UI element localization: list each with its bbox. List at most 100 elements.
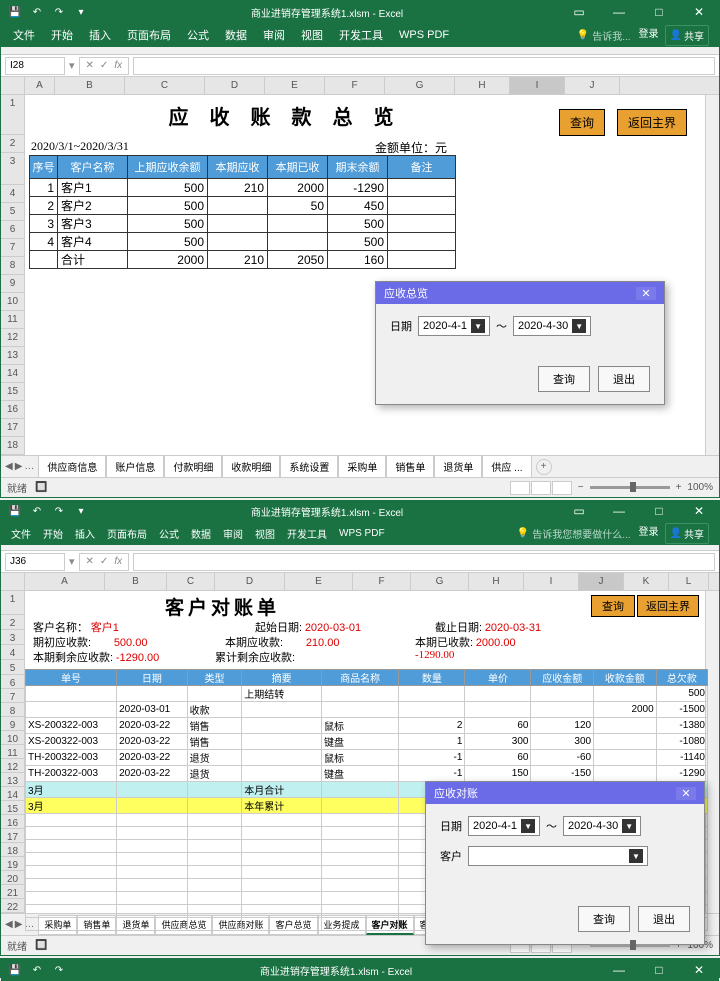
col-header[interactable]: C xyxy=(167,573,215,590)
row-header[interactable]: 21 xyxy=(1,885,25,899)
row-header[interactable]: 1 xyxy=(1,95,25,135)
dialog-close-icon[interactable]: ✕ xyxy=(676,787,696,800)
col-header[interactable]: A xyxy=(25,573,105,590)
worksheet-cells[interactable]: 客户对账单 查询 返回主界 客户名称： 客户1 起始日期: 2020-03-01… xyxy=(25,591,705,911)
date-from-select[interactable]: 2020-4-1▼ xyxy=(468,816,540,836)
close-icon[interactable]: ✕ xyxy=(679,1,719,23)
row-header[interactable]: 14 xyxy=(1,365,25,383)
query-button[interactable]: 查询 xyxy=(559,109,605,136)
fx-icon[interactable]: fx xyxy=(112,556,124,567)
dialog-titlebar[interactable]: 应收总览 ✕ xyxy=(376,282,664,304)
name-box[interactable]: I28 xyxy=(5,57,65,75)
sheet-tab[interactable]: 系统设置 xyxy=(280,455,338,478)
ribbon-tab[interactable]: WPS PDF xyxy=(391,25,457,45)
close-icon[interactable]: ✕ xyxy=(679,959,719,981)
sheet-nav-next-icon[interactable]: ▶ xyxy=(15,461,23,472)
row-header[interactable]: 2 xyxy=(1,135,25,153)
sheet-nav-prev-icon[interactable]: ◀ xyxy=(5,461,13,472)
col-header[interactable]: A xyxy=(25,77,55,94)
row-header[interactable]: 11 xyxy=(1,745,25,759)
ribbon-tab[interactable]: 开始 xyxy=(43,23,81,47)
redo-icon[interactable]: ↷ xyxy=(49,961,69,979)
row-header[interactable]: 13 xyxy=(1,773,25,787)
minimize-icon[interactable]: — xyxy=(599,959,639,981)
select-all-corner[interactable] xyxy=(1,77,25,94)
col-header[interactable]: G xyxy=(411,573,469,590)
worksheet-cells[interactable]: 应 收 账 款 总 览 查询 返回主界 2020/3/1~2020/3/31 金… xyxy=(25,95,705,435)
row-header[interactable]: 8 xyxy=(1,703,25,717)
row-header[interactable]: 18 xyxy=(1,437,25,455)
row-header[interactable]: 6 xyxy=(1,675,25,689)
redo-icon[interactable]: ↷ xyxy=(49,3,69,21)
maximize-icon[interactable]: □ xyxy=(639,959,679,981)
row-header[interactable]: 5 xyxy=(1,660,25,675)
zoom-slider[interactable] xyxy=(590,944,670,947)
zoom-in-icon[interactable]: + xyxy=(676,482,682,493)
col-header[interactable]: G xyxy=(385,77,455,94)
customer-select[interactable]: ▼ xyxy=(468,846,648,866)
col-header[interactable]: H xyxy=(455,77,510,94)
ribbon-tab[interactable]: 审阅 xyxy=(255,23,293,47)
sheet-tab[interactable]: 销售单 xyxy=(386,455,434,478)
row-header[interactable]: 10 xyxy=(1,293,25,311)
row-header[interactable]: 3 xyxy=(1,630,25,645)
save-icon[interactable]: 💾 xyxy=(5,3,25,21)
qat-dropdown-icon[interactable]: ▾ xyxy=(71,502,91,520)
row-header[interactable]: 22 xyxy=(1,899,25,913)
col-header[interactable]: D xyxy=(215,573,285,590)
zoom-slider[interactable] xyxy=(590,486,670,489)
select-all-corner[interactable] xyxy=(1,573,25,590)
vertical-scrollbar[interactable] xyxy=(705,95,719,455)
row-header[interactable]: 17 xyxy=(1,419,25,437)
ribbon-tab[interactable]: WPS PDF xyxy=(333,525,391,542)
namebox-dropdown-icon[interactable]: ▾ xyxy=(69,555,75,568)
sheet-nav-prev-icon[interactable]: ◀ xyxy=(5,919,13,930)
return-main-button[interactable]: 返回主界 xyxy=(637,595,699,617)
dialog-titlebar[interactable]: 应收对账 ✕ xyxy=(426,782,704,804)
share-button[interactable]: 👤共享 xyxy=(665,523,709,544)
minimize-icon[interactable]: — xyxy=(599,1,639,23)
ribbon-tab[interactable]: 文件 xyxy=(5,523,37,544)
row-header[interactable]: 16 xyxy=(1,815,25,829)
row-header[interactable]: 16 xyxy=(1,401,25,419)
ribbon-tab[interactable]: 插入 xyxy=(69,523,101,544)
ribbon-tab[interactable]: 视图 xyxy=(293,23,331,47)
undo-icon[interactable]: ↶ xyxy=(27,502,47,520)
row-header[interactable]: 9 xyxy=(1,717,25,731)
row-header[interactable]: 12 xyxy=(1,329,25,347)
row-header[interactable]: 8 xyxy=(1,257,25,275)
row-header[interactable]: 3 xyxy=(1,153,25,185)
zoom-out-icon[interactable]: − xyxy=(578,482,584,493)
col-header[interactable]: D xyxy=(205,77,265,94)
date-to-select[interactable]: 2020-4-30▼ xyxy=(563,816,641,836)
query-button[interactable]: 查询 xyxy=(591,595,635,617)
col-header[interactable]: K xyxy=(624,573,669,590)
col-header[interactable]: E xyxy=(265,77,325,94)
ribbon-tab[interactable]: 公式 xyxy=(179,23,217,47)
row-header[interactable]: 13 xyxy=(1,347,25,365)
row-header[interactable]: 18 xyxy=(1,843,25,857)
row-header[interactable]: 7 xyxy=(1,239,25,257)
row-header[interactable]: 7 xyxy=(1,689,25,703)
formula-input[interactable] xyxy=(133,553,715,571)
row-header[interactable]: 2 xyxy=(1,615,25,630)
dialog-exit-button[interactable]: 退出 xyxy=(598,366,650,392)
sheet-nav-ellipsis[interactable]: … xyxy=(24,461,34,472)
cancel-formula-icon[interactable]: ✕ xyxy=(84,556,96,567)
save-icon[interactable]: 💾 xyxy=(5,502,25,520)
ribbon-tab[interactable]: 数据 xyxy=(185,523,217,544)
row-header[interactable]: 14 xyxy=(1,787,25,801)
row-header[interactable]: 15 xyxy=(1,383,25,401)
dialog-query-button[interactable]: 查询 xyxy=(538,366,590,392)
ribbon-tab[interactable]: 视图 xyxy=(249,523,281,544)
row-header[interactable]: 17 xyxy=(1,829,25,843)
add-sheet-button[interactable]: + xyxy=(536,459,552,475)
ribbon-tab[interactable]: 开发工具 xyxy=(331,23,391,47)
col-header[interactable]: H xyxy=(469,573,524,590)
row-header[interactable]: 5 xyxy=(1,203,25,221)
ribbon-tab[interactable]: 公式 xyxy=(153,523,185,544)
enter-formula-icon[interactable]: ✓ xyxy=(98,556,110,567)
sheet-nav-next-icon[interactable]: ▶ xyxy=(15,919,23,930)
fx-icon[interactable]: fx xyxy=(112,60,124,71)
tell-me-search[interactable]: 💡 告诉我... xyxy=(577,28,631,43)
